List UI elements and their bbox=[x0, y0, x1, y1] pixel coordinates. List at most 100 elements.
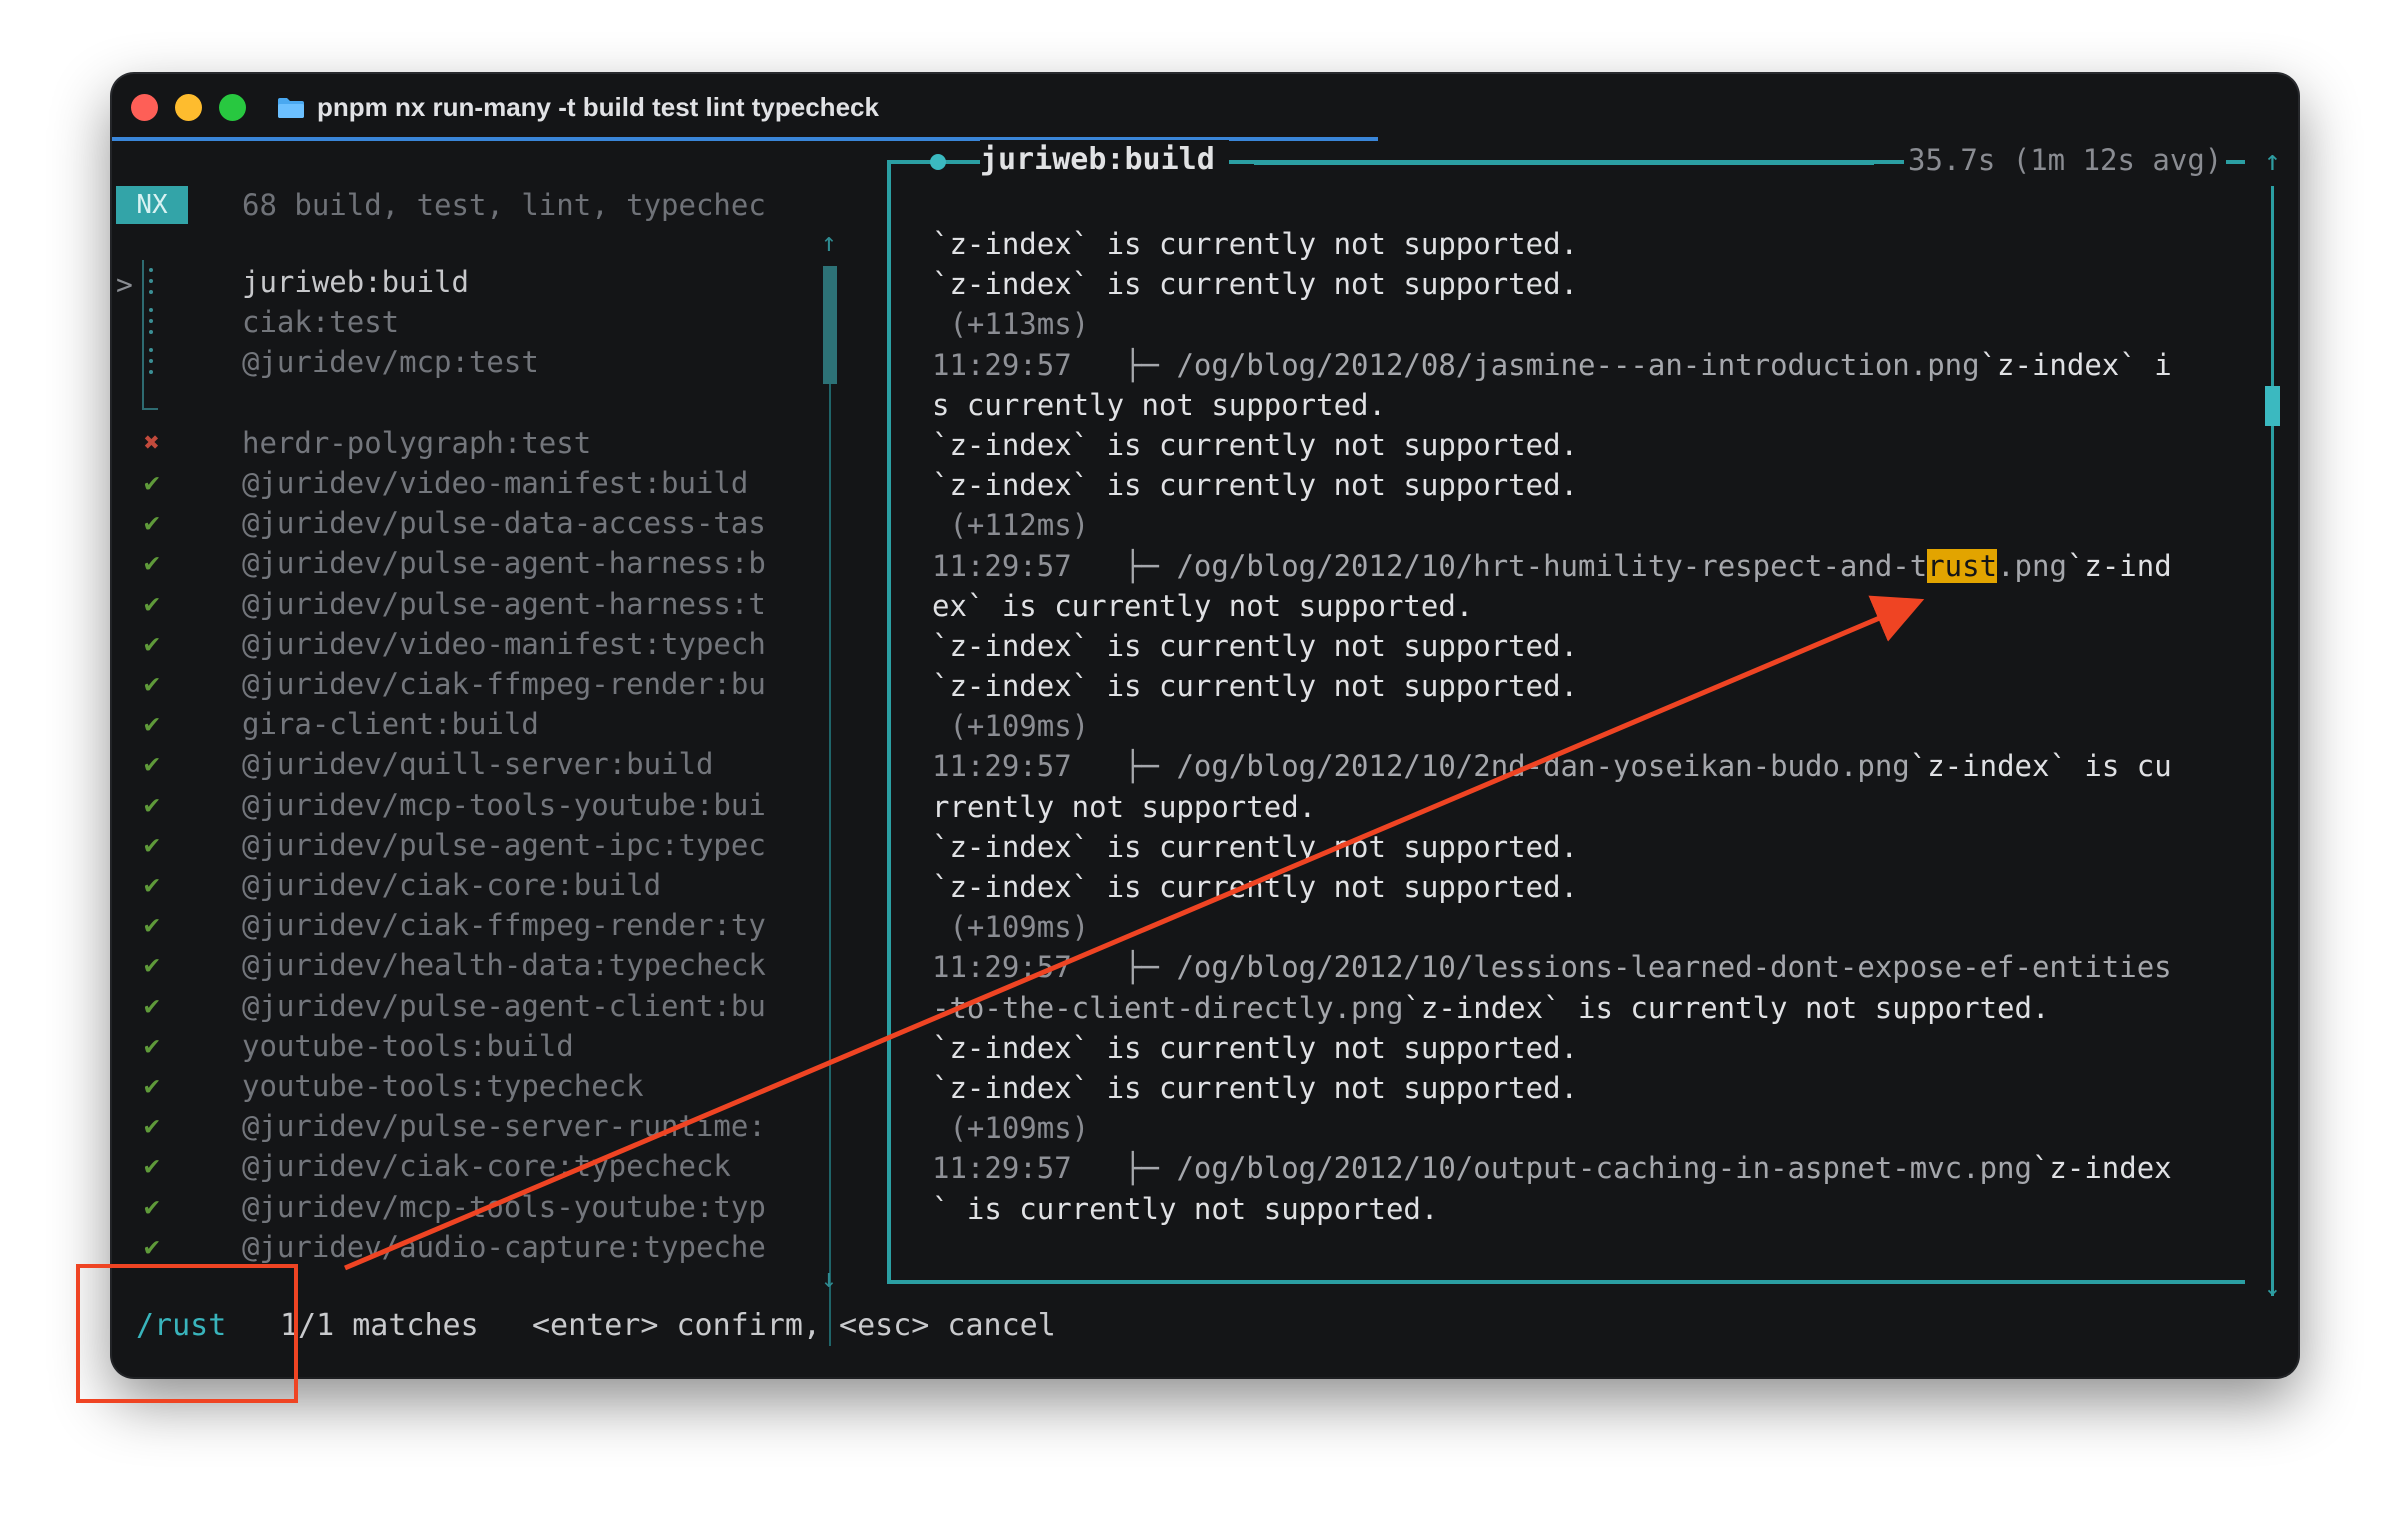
task-row[interactable]: ✖ herdr-polygraph:test bbox=[112, 423, 932, 463]
check-icon: ✔ bbox=[144, 548, 160, 579]
task-name: @juridev/video-manifest:typech bbox=[242, 626, 766, 661]
search-hint: <enter> confirm, <esc> cancel bbox=[532, 1308, 1056, 1343]
task-row[interactable]: @juridev/mcp:test bbox=[112, 342, 932, 382]
log-line: (+109ms) bbox=[932, 1108, 2232, 1148]
log-tree-branch: ├─ bbox=[1071, 548, 1177, 583]
check-icon: ✔ bbox=[144, 669, 160, 699]
task-row[interactable]: ✔ @juridev/ciak-ffmpeg-render:ty bbox=[112, 905, 932, 945]
task-row[interactable]: ✔ @juridev/pulse-agent-harness:t bbox=[112, 584, 932, 624]
task-row[interactable]: ✔ @juridev/ciak-ffmpeg-render:bu bbox=[112, 664, 932, 704]
log-message: `z-index` is currently not supported. bbox=[1403, 990, 2050, 1025]
task-name: @juridev/quill-server:build bbox=[242, 747, 714, 782]
task-row[interactable]: ✔ @juridev/pulse-agent-client:bu bbox=[112, 986, 932, 1026]
log-line: (+112ms) bbox=[932, 505, 2232, 545]
check-icon: ✔ bbox=[144, 749, 160, 780]
sidebar-scroll-thumb[interactable] bbox=[823, 266, 837, 384]
terminal-window: pnpm nx run-many -t build test lint type… bbox=[112, 74, 2298, 1377]
log-message: `z-index` is currently not supported. bbox=[932, 1070, 1579, 1105]
log-tree-branch: ├─ bbox=[1071, 347, 1177, 382]
task-name: @juridev/pulse-server-runtime: bbox=[242, 1109, 766, 1144]
log-line: -to-the-client-directly.png`z-index` is … bbox=[932, 988, 2232, 1028]
task-name: @juridev/pulse-agent-client:bu bbox=[242, 988, 766, 1023]
task-row[interactable]: ✔ @juridev/mcp-tools-youtube:bui bbox=[112, 785, 932, 825]
log-message: `z-index` is currently not supported. bbox=[932, 267, 1579, 302]
check-icon: ✔ bbox=[144, 1151, 160, 1182]
task-name: @juridev/ciak-ffmpeg-render:bu bbox=[242, 667, 766, 701]
log-route-path: /og/blog/2012/10/hrt-humility-respect-an… bbox=[1176, 548, 1928, 583]
task-row[interactable]: ✔ @juridev/ciak-core:build bbox=[112, 865, 932, 905]
log-line: 11:29:57 ├─ /og/blog/2012/08/jasmine---a… bbox=[932, 345, 2232, 385]
task-row[interactable]: juriweb:build bbox=[112, 262, 932, 302]
log-line: `z-index` is currently not supported. bbox=[932, 626, 2232, 666]
task-name: @juridev/mcp:test bbox=[242, 345, 539, 380]
log-line: `z-index` is currently not supported. bbox=[932, 465, 2232, 505]
log-timestamp: 11:29:57 bbox=[932, 749, 1072, 784]
log-line: 11:29:57 ├─ /og/blog/2012/10/lessions-le… bbox=[932, 947, 2232, 987]
task-row[interactable]: ✔ @juridev/quill-server:build bbox=[112, 744, 932, 784]
log-line: 11:29:57 ├─ /og/blog/2012/10/2nd-dan-yos… bbox=[932, 746, 2232, 786]
running-dots-icon bbox=[149, 348, 155, 381]
task-name: @juridev/pulse-data-access-tas bbox=[242, 506, 766, 541]
check-icon: ✔ bbox=[144, 950, 160, 981]
log-timestamp: 11:29:57 bbox=[932, 950, 1072, 985]
log-duration: (+109ms) bbox=[932, 1111, 1090, 1146]
sidebar-scroll-up-icon[interactable]: ↑ bbox=[821, 228, 837, 258]
task-row[interactable]: ✔ youtube-tools:build bbox=[112, 1026, 932, 1066]
check-icon: ✔ bbox=[144, 588, 160, 619]
sidebar-scroll-down-icon[interactable]: ↓ bbox=[821, 1264, 837, 1294]
log-message: `z-ind bbox=[2066, 548, 2172, 583]
task-row[interactable]: ✔ youtube-tools:typecheck bbox=[112, 1066, 932, 1106]
task-row[interactable]: ✔ @juridev/video-manifest:build bbox=[112, 463, 932, 503]
task-name: youtube-tools:build bbox=[242, 1028, 574, 1063]
output-scrollbar[interactable] bbox=[2271, 186, 2274, 1296]
log-duration: (+109ms) bbox=[932, 910, 1090, 945]
task-name: @juridev/mcp-tools-youtube:typ bbox=[242, 1189, 766, 1224]
log-message: `z-index` i bbox=[1979, 347, 2172, 382]
annotation-box bbox=[76, 1264, 298, 1403]
output-log: `z-index` is currently not supported. `z-… bbox=[932, 224, 2232, 1229]
task-row[interactable]: ✔ @juridev/pulse-data-access-tas bbox=[112, 503, 932, 543]
task-row[interactable]: ✔ @juridev/health-data:typecheck bbox=[112, 945, 932, 985]
output-scroll-up-icon[interactable]: ↑ bbox=[2264, 144, 2281, 177]
output-scroll-down-icon[interactable]: ↓ bbox=[2264, 1269, 2281, 1302]
log-line: 11:29:57 ├─ /og/blog/2012/10/output-cach… bbox=[932, 1148, 2232, 1188]
log-line: `z-index` is currently not supported. bbox=[932, 867, 2232, 907]
search-match-count: 1/1 matches bbox=[280, 1308, 479, 1343]
log-message: `z-index` is currently not supported. bbox=[932, 468, 1579, 503]
check-icon: ✔ bbox=[144, 468, 160, 498]
task-row[interactable]: ✔ gira-client:build bbox=[112, 704, 932, 744]
log-line: (+109ms) bbox=[932, 706, 2232, 746]
log-message: `z-index` is currently not supported. bbox=[932, 628, 1579, 663]
task-row[interactable]: ciak:test bbox=[112, 302, 932, 342]
task-row[interactable]: ✔ @juridev/ciak-core:typecheck bbox=[112, 1146, 932, 1186]
check-icon: ✔ bbox=[144, 910, 160, 941]
log-route-path: /og/blog/2012/10/lessions-learned-dont-e… bbox=[1176, 950, 2172, 985]
output-scroll-thumb[interactable] bbox=[2265, 386, 2280, 426]
search-match-highlight: rust bbox=[1927, 548, 1998, 583]
check-icon: ✔ bbox=[144, 1231, 160, 1262]
task-name: @juridev/video-manifest:build bbox=[242, 466, 749, 500]
log-message: `z-index` is currently not supported. bbox=[932, 829, 1579, 864]
log-line: `z-index` is currently not supported. bbox=[932, 827, 2232, 867]
task-row[interactable]: ✔ @juridev/mcp-tools-youtube:typ bbox=[112, 1187, 932, 1227]
check-icon: ✔ bbox=[144, 789, 160, 820]
log-tree-branch: ├─ bbox=[1071, 749, 1177, 784]
task-name: @juridev/pulse-agent-ipc:typec bbox=[242, 827, 766, 862]
check-icon: ✔ bbox=[144, 829, 160, 860]
log-line: `z-index` is currently not supported. bbox=[932, 1068, 2232, 1108]
sidebar-scrollbar[interactable] bbox=[829, 266, 831, 1346]
log-tree-branch: ├─ bbox=[1071, 1151, 1177, 1186]
task-row[interactable]: ✔ @juridev/video-manifest:typech bbox=[112, 624, 932, 664]
log-message: `z-index` is currently not supported. bbox=[932, 669, 1579, 704]
log-message: s currently not supported. bbox=[932, 387, 1386, 422]
task-row[interactable]: ✔ @juridev/pulse-agent-ipc:typec bbox=[112, 825, 932, 865]
output-task-duration: 35.7s (1m 12s avg) bbox=[1904, 140, 2227, 180]
task-row[interactable]: ✔ @juridev/pulse-server-runtime: bbox=[112, 1106, 932, 1146]
log-message: `z-index` is currently not supported. bbox=[932, 227, 1579, 261]
task-row[interactable]: ✔ @juridev/audio-capture:typeche bbox=[112, 1227, 932, 1267]
task-name: @juridev/pulse-agent-harness:t bbox=[242, 586, 766, 621]
cross-icon: ✖ bbox=[144, 427, 160, 458]
task-row[interactable]: ✔ @juridev/pulse-agent-harness:b bbox=[112, 543, 932, 583]
log-route-path: /og/blog/2012/10/output-caching-in-aspne… bbox=[1176, 1151, 2032, 1186]
log-route-path: .png bbox=[1997, 548, 2067, 583]
